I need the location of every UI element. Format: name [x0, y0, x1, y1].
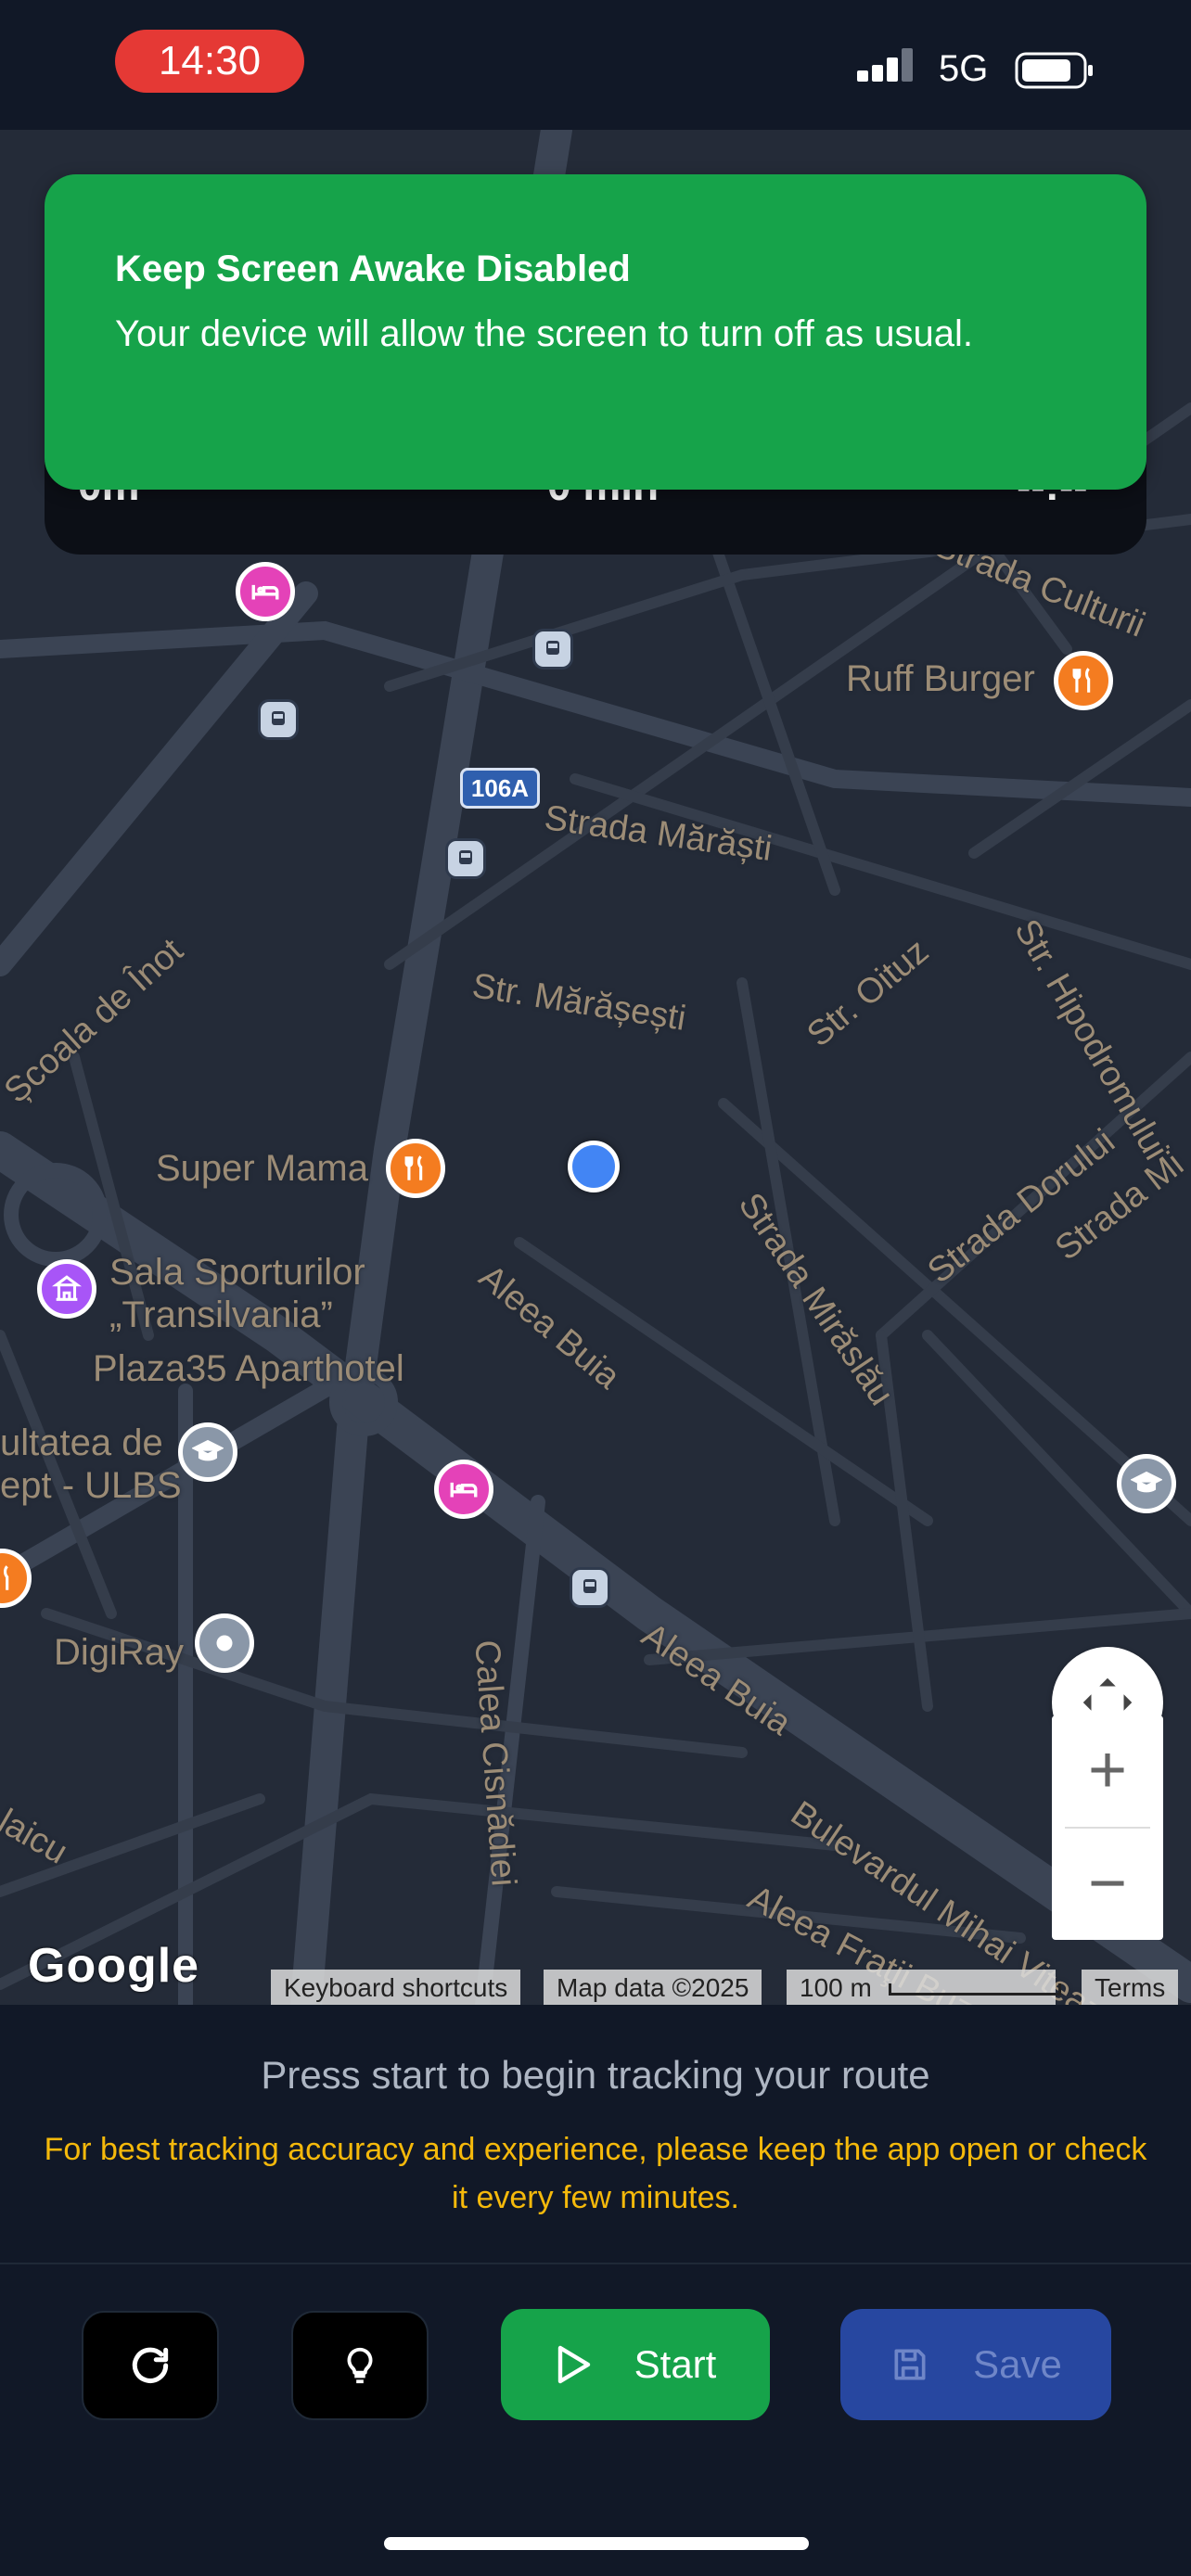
- building-icon: [51, 1275, 83, 1301]
- refresh-icon: [132, 2347, 169, 2383]
- toast-notification[interactable]: Keep Screen Awake Disabled Your device w…: [45, 174, 1146, 490]
- poi-label-facultatea-2: ept - ULBS: [0, 1465, 182, 1506]
- start-label: Start: [634, 2342, 717, 2386]
- hotel-marker[interactable]: [236, 562, 295, 621]
- toast-title: Keep Screen Awake Disabled: [115, 249, 631, 289]
- current-location-dot: [568, 1141, 620, 1192]
- bus-icon: [272, 711, 285, 725]
- bed-icon: [251, 584, 279, 600]
- school-marker[interactable]: [178, 1422, 237, 1482]
- zoom-in-button[interactable]: +: [1052, 1715, 1163, 1827]
- map-data-label: Map data ©2025: [544, 1970, 762, 2005]
- status-time: 14:30: [115, 30, 304, 93]
- start-button[interactable]: Start: [501, 2309, 770, 2420]
- school-marker[interactable]: [1117, 1454, 1176, 1513]
- scale-line: [888, 1983, 1061, 1996]
- fork-knife-icon: [3, 1565, 9, 1590]
- fork-knife-icon: [404, 1155, 423, 1180]
- scale-bar: 100 m: [787, 1970, 1061, 2005]
- poi-label-sala-1: Sala Sporturilor: [109, 1252, 365, 1293]
- scale-label: 100 m: [800, 1973, 872, 2002]
- panel-divider: [0, 2263, 1191, 2264]
- bus-icon: [546, 641, 559, 655]
- poi-label-sala-2: „Transilvania”: [109, 1294, 333, 1335]
- poi-label-plaza35: Plaza35 Aparthotel: [93, 1348, 404, 1389]
- bus-stop-marker[interactable]: [532, 629, 573, 670]
- zoom-controls: + −: [1052, 1715, 1163, 1940]
- landmark-marker[interactable]: [37, 1259, 96, 1319]
- bed-icon: [450, 1482, 478, 1498]
- battery-icon: [1015, 52, 1093, 89]
- home-indicator: [384, 2537, 809, 2550]
- generic-place-marker[interactable]: [195, 1613, 254, 1673]
- bus-stop-marker[interactable]: [445, 838, 486, 879]
- dot-icon: [216, 1635, 233, 1651]
- poi-label-super-mama: Super Mama: [156, 1148, 368, 1189]
- google-logo: Google: [28, 1939, 200, 1993]
- poi-label-ruff-burger: Ruff Burger: [846, 658, 1035, 699]
- fork-knife-icon: [1072, 668, 1091, 693]
- save-label: Save: [973, 2342, 1062, 2386]
- bus-stop-marker[interactable]: [570, 1567, 610, 1608]
- route-shield: 106A: [460, 768, 540, 809]
- restaurant-marker[interactable]: [386, 1139, 445, 1198]
- bus-stop-marker[interactable]: [258, 699, 299, 740]
- zoom-out-button[interactable]: −: [1052, 1829, 1163, 1940]
- poi-label-facultatea-1: ultatea de: [0, 1422, 163, 1463]
- reset-button[interactable]: [82, 2311, 219, 2420]
- graduation-cap-icon: [1131, 1471, 1162, 1493]
- signal-icon: [857, 48, 913, 82]
- play-icon: [557, 2345, 590, 2384]
- hotel-marker[interactable]: [434, 1460, 493, 1519]
- keyboard-shortcuts-link[interactable]: Keyboard shortcuts: [271, 1970, 521, 2005]
- save-button[interactable]: Save: [840, 2309, 1111, 2420]
- bus-icon: [459, 850, 472, 864]
- lightbulb-icon: [347, 2347, 373, 2384]
- restaurant-marker[interactable]: [1054, 651, 1113, 710]
- tracking-prompt: Press start to begin tracking your route: [261, 2053, 930, 2097]
- graduation-cap-icon: [192, 1439, 224, 1461]
- bus-icon: [583, 1579, 596, 1593]
- save-icon: [894, 2349, 926, 2380]
- tracking-tip: For best tracking accuracy and experienc…: [44, 2132, 1147, 2215]
- poi-label-digiray: DigiRay: [54, 1632, 185, 1673]
- terms-link[interactable]: Terms: [1082, 1970, 1179, 2005]
- tips-button[interactable]: [291, 2311, 429, 2420]
- toast-message: Your device will allow the screen to tur…: [115, 313, 973, 354]
- network-type: 5G: [939, 48, 989, 89]
